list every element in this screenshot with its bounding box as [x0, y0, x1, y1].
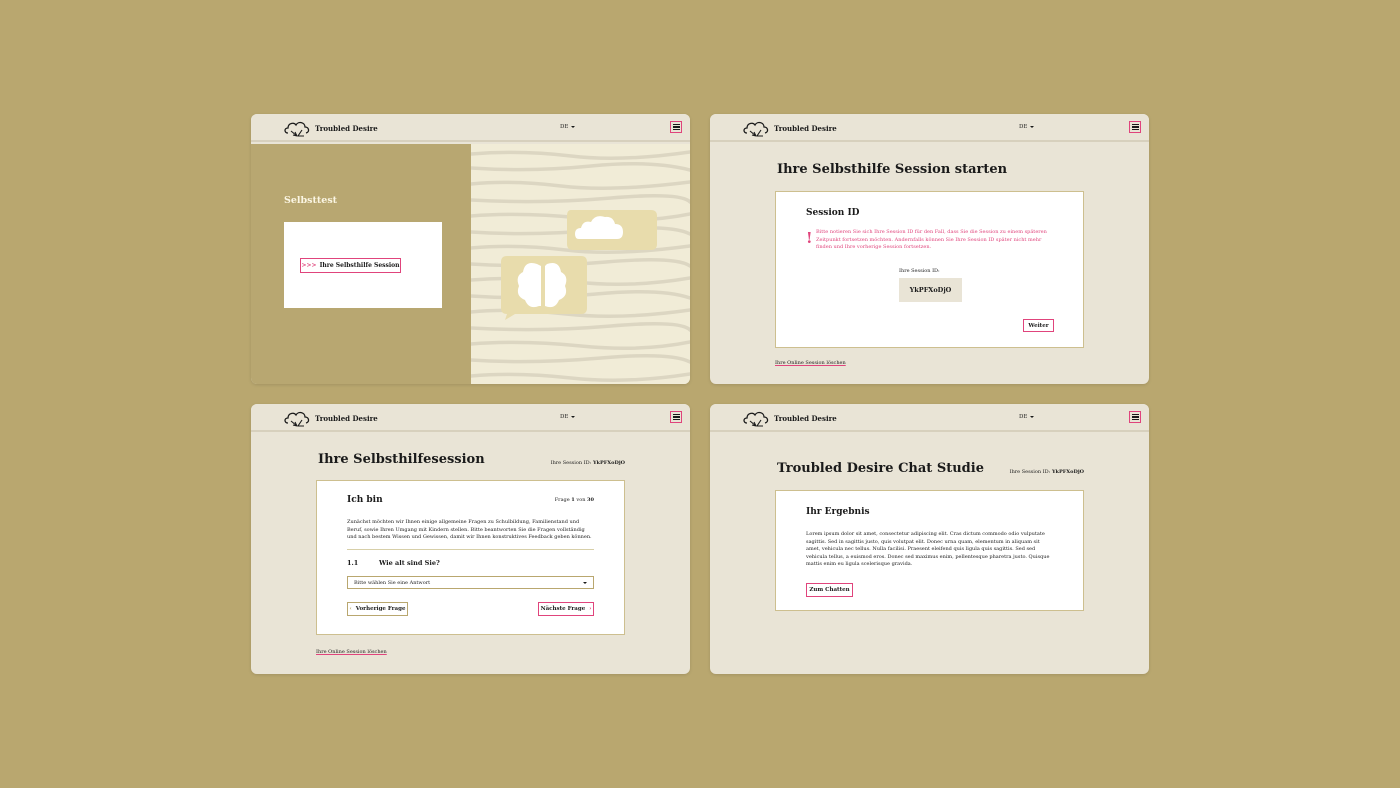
- caret-down-icon: [571, 415, 576, 418]
- language-select[interactable]: DE: [560, 414, 576, 420]
- question-number: 1.1: [347, 559, 359, 567]
- brand-name: Troubled Desire: [774, 414, 837, 423]
- card-title: Session ID: [806, 208, 860, 218]
- session-id-card: Session ID ! Bitte notieren Sie sich Ihr…: [775, 191, 1084, 348]
- menu-button[interactable]: [670, 411, 682, 423]
- progress-total: 30: [587, 497, 594, 503]
- start-chat-button[interactable]: Zum Chatten: [806, 583, 853, 597]
- answer-select[interactable]: Bitte wählen Sie eine Antwort: [347, 576, 594, 589]
- intro-text: Zunächst möchten wir Ihnen einige allgem…: [347, 519, 592, 540]
- language-select[interactable]: DE: [1019, 124, 1035, 130]
- page-heading: Troubled Desire Chat Studie: [777, 461, 984, 476]
- brain-cloud-illustration: [471, 150, 690, 382]
- hamburger-icon: [672, 123, 680, 126]
- top-bar: Troubled Desire DE: [710, 404, 1149, 432]
- screen-session-start: Troubled Desire DE Ihre Selbsthilfe Sess…: [710, 114, 1149, 384]
- previous-question-button[interactable]: ‹ Vorherige Frage: [347, 602, 408, 616]
- menu-button[interactable]: [1129, 121, 1141, 133]
- session-id-label: Ihre Session ID:: [899, 268, 940, 274]
- progress-separator: von: [576, 497, 586, 503]
- answer-select-placeholder: Bitte wählen Sie eine Antwort: [354, 579, 431, 586]
- caret-down-icon: [1030, 125, 1035, 128]
- language-label: DE: [560, 124, 569, 130]
- start-session-button[interactable]: >>> Ihre Selbsthilfe Session: [300, 258, 401, 273]
- hamburger-icon: [1131, 123, 1139, 126]
- question-progress: Frage 1 von 30: [555, 497, 594, 503]
- menu-button[interactable]: [1129, 411, 1141, 423]
- warning-icon: !: [806, 229, 813, 247]
- chevron-right-icon: ›: [589, 606, 592, 612]
- language-label: DE: [1019, 414, 1028, 420]
- language-label: DE: [1019, 124, 1028, 130]
- page-heading: Ihre Selbsthilfe Session starten: [777, 162, 1008, 177]
- cloud-logo-icon[interactable]: [283, 120, 311, 138]
- language-select[interactable]: DE: [560, 124, 576, 130]
- card-title: Ich bin: [347, 495, 383, 505]
- cloud-logo-icon[interactable]: [283, 410, 311, 428]
- delete-session-link[interactable]: Ihre Online Session löschen: [775, 360, 846, 366]
- brand-name: Troubled Desire: [315, 414, 378, 423]
- start-card: >>> Ihre Selbsthilfe Session: [284, 222, 442, 308]
- previous-question-label: Vorherige Frage: [355, 606, 406, 612]
- session-id-value: YkPFXoDjO: [1051, 469, 1084, 475]
- cloud-logo-icon[interactable]: [742, 410, 770, 428]
- top-bar: Troubled Desire DE: [251, 404, 690, 432]
- hamburger-icon: [1131, 413, 1139, 416]
- menu-button[interactable]: [670, 121, 682, 133]
- progress-prefix: Frage: [554, 497, 570, 503]
- top-bar: Troubled Desire DE: [251, 114, 690, 142]
- language-select[interactable]: DE: [1019, 414, 1035, 420]
- next-question-button[interactable]: Nächste Frage ›: [538, 602, 594, 616]
- arrows-icon: >>>: [301, 262, 317, 269]
- language-label: DE: [560, 414, 569, 420]
- chevron-left-icon: ‹: [349, 606, 352, 612]
- hamburger-icon: [672, 413, 680, 416]
- start-session-label: Ihre Selbsthilfe Session: [319, 262, 400, 269]
- divider: [347, 549, 594, 550]
- result-card: Ihr Ergebnis Lorem ipsum dolor sit amet,…: [775, 490, 1084, 611]
- question-card: Ich bin Frage 1 von 30 Zunächst möchten …: [316, 480, 625, 635]
- caret-down-icon: [1030, 415, 1035, 418]
- question-text: Wie alt sind Sie?: [379, 559, 440, 567]
- illustration-pane: [471, 144, 690, 384]
- session-id-display: Ihre Session ID: YkPFXoDjO: [551, 460, 625, 466]
- progress-current: 1: [571, 497, 575, 503]
- card-title: Ihr Ergebnis: [806, 507, 870, 517]
- screen-result: Troubled Desire DE Troubled Desire Chat …: [710, 404, 1149, 674]
- warning-text: Bitte notieren Sie sich Ihre Session ID …: [816, 229, 1047, 250]
- continue-button[interactable]: Weiter: [1023, 319, 1054, 332]
- session-id-label: Ihre Session ID:: [550, 460, 592, 466]
- result-text: Lorem ipsum dolor sit amet, consectetur …: [806, 531, 1050, 567]
- brand-name: Troubled Desire: [315, 124, 378, 133]
- next-question-label: Nächste Frage: [540, 606, 586, 612]
- page-title: Selbsttest: [284, 195, 338, 206]
- caret-down-icon: [571, 125, 576, 128]
- top-bar: Troubled Desire DE: [710, 114, 1149, 142]
- session-id-display: Ihre Session ID: YkPFXoDjO: [1010, 469, 1084, 475]
- cloud-logo-icon[interactable]: [742, 120, 770, 138]
- session-id-label: Ihre Session ID:: [1009, 469, 1051, 475]
- session-id-value: YkPFXoDjO: [899, 278, 962, 302]
- session-id-value: YkPFXoDjO: [592, 460, 625, 466]
- page-heading: Ihre Selbsthilfesession: [318, 452, 485, 467]
- brand-name: Troubled Desire: [774, 124, 837, 133]
- screen-questionnaire: Troubled Desire DE Ihre Selbsthilfesessi…: [251, 404, 690, 674]
- delete-session-link[interactable]: Ihre Online Session löschen: [316, 649, 387, 655]
- caret-down-icon: [583, 581, 587, 584]
- screen-self-test: Troubled Desire DE Selbsttest >>> Ihre S…: [251, 114, 690, 384]
